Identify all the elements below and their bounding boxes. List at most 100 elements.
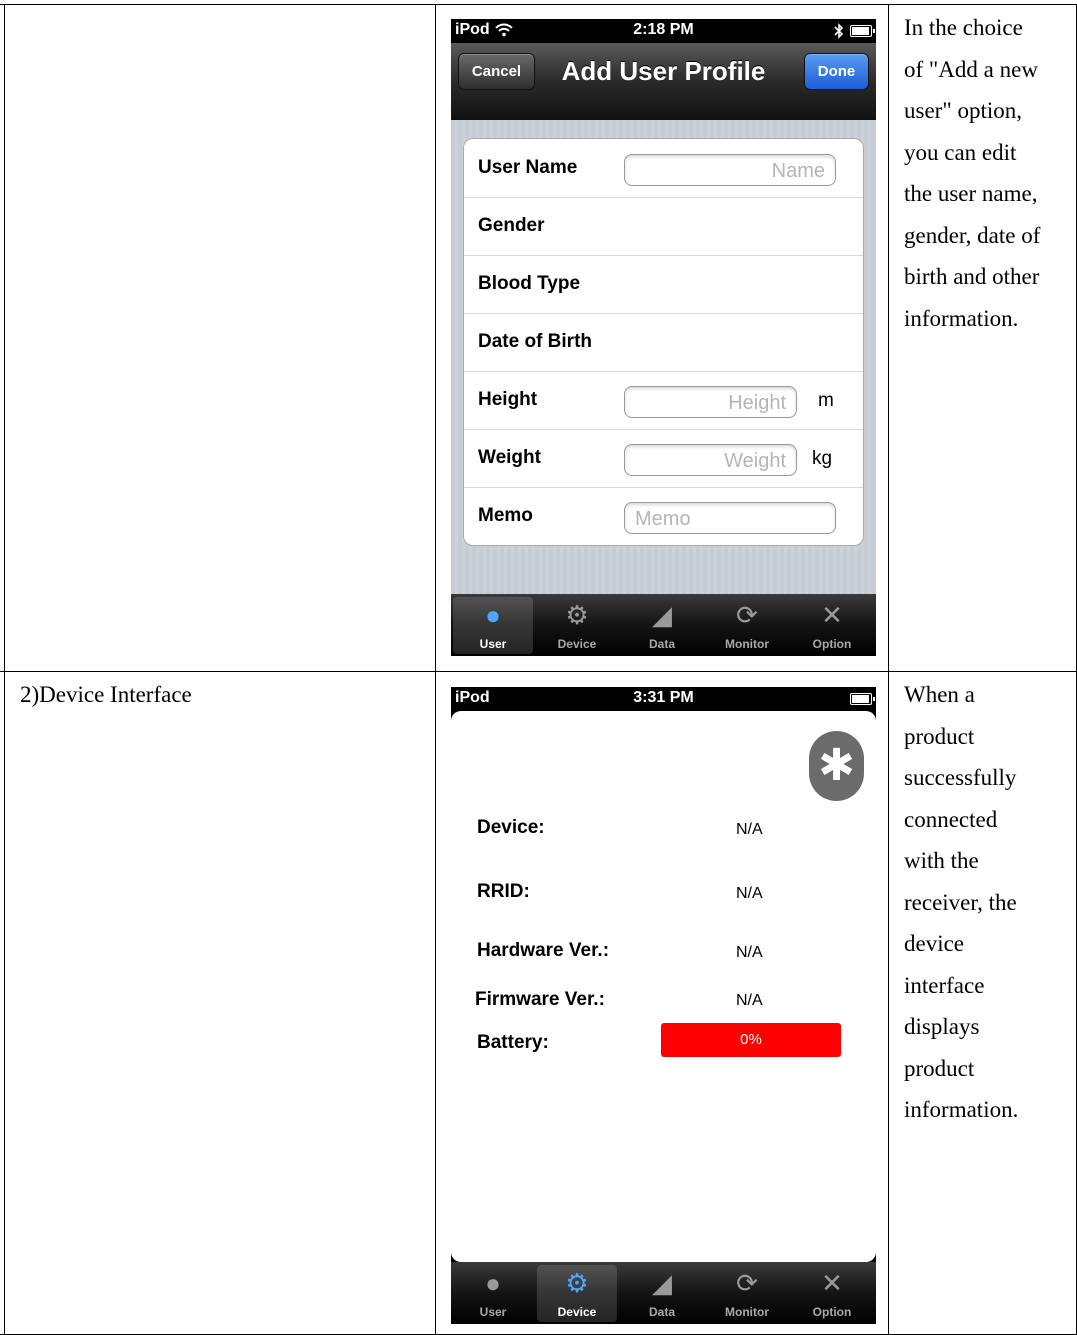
phone-screenshot-add-user: iPod 2:18 PM Cancel Add User Profile Don… <box>451 19 876 656</box>
description-line: user" option, <box>904 98 1022 123</box>
form-row-height[interactable]: Height Height m <box>464 371 863 430</box>
form-row-gender[interactable]: Gender <box>464 197 863 256</box>
table-row-divider <box>0 671 1077 672</box>
tab-label: Monitor <box>725 637 769 651</box>
battery-icon <box>850 25 875 37</box>
row1-description: In the choice of "Add a new user" option… <box>904 7 1076 339</box>
tab-data[interactable]: ◢ Data <box>622 597 702 654</box>
device-info-card: ✱ Device: N/A RRID: N/A Hardware Ver.: N… <box>451 711 876 1262</box>
battery-icon <box>850 693 875 705</box>
hardware-version-value: N/A <box>736 944 763 961</box>
firmware-version-label: Firmware Ver.: <box>475 989 605 1010</box>
table-col-divider <box>435 4 436 1335</box>
description-line: birth and other <box>904 264 1040 289</box>
refresh-icon: ⟳ <box>736 600 758 630</box>
bluetooth-icon <box>834 23 844 39</box>
height-input[interactable]: Height <box>624 386 797 418</box>
row2-description: When a product successfully connected wi… <box>904 674 1076 1131</box>
tab-label: Data <box>648 637 675 651</box>
status-bar: iPod 3:31 PM <box>451 687 876 711</box>
description-line: information. <box>904 305 1019 331</box>
memo-input[interactable]: Memo <box>624 502 836 534</box>
height-unit: m <box>818 390 834 411</box>
table-border-top <box>0 4 1077 5</box>
row-label: Gender <box>478 215 545 236</box>
description-line: you can edit <box>904 139 1017 165</box>
description-line: displays <box>904 1014 980 1039</box>
tab-option[interactable]: ✕ Option <box>792 1265 872 1322</box>
rrid-value: N/A <box>736 885 763 902</box>
description-line: the user name, <box>904 181 1038 206</box>
firmware-version-value: N/A <box>736 992 763 1009</box>
status-bar: iPod 2:18 PM <box>451 19 876 43</box>
weight-unit: kg <box>812 448 833 469</box>
description-line: information. <box>904 1097 1019 1122</box>
form-background: User Name Name Gender Blood Type Date of… <box>451 120 876 594</box>
bluetooth-icon: ✱ <box>809 731 864 801</box>
rrid-label: RRID: <box>477 881 530 902</box>
row-label: Blood Type <box>478 273 581 294</box>
tab-label: Device <box>557 637 597 651</box>
navigation-bar: Cancel Add User Profile Done <box>451 43 876 121</box>
tools-icon: ✕ <box>821 1268 843 1298</box>
tab-label: Option <box>812 637 852 651</box>
description-line: of "Add a new <box>904 56 1038 82</box>
tab-label: User <box>479 1305 507 1319</box>
gear-icon: ⚙ <box>565 1268 589 1298</box>
battery-level-bar: 0% <box>661 1023 841 1057</box>
tab-option[interactable]: ✕ Option <box>792 597 872 654</box>
form-row-blood-type[interactable]: Blood Type <box>464 255 863 314</box>
tab-label: Monitor <box>725 1305 769 1319</box>
form-row-user-name[interactable]: User Name Name <box>464 139 863 198</box>
table-col-divider <box>888 4 889 1335</box>
tab-label: Device <box>557 1305 597 1319</box>
description-line: with the <box>904 848 979 873</box>
done-button[interactable]: Done <box>804 53 869 90</box>
description-line: product <box>904 1055 975 1081</box>
tab-device[interactable]: ⚙ Device <box>537 597 617 654</box>
tab-user[interactable]: ● User <box>453 1265 533 1322</box>
description-line: receiver, the <box>904 889 1017 915</box>
tab-bar: ● User ⚙ Device ◢ Data ⟳ Monitor ✕ Optio… <box>451 594 876 656</box>
description-line: device <box>904 931 965 956</box>
device-value: N/A <box>736 821 763 838</box>
description-line: connected <box>904 806 998 832</box>
users-icon: ● <box>485 1268 501 1298</box>
description-line: successfully <box>904 765 1017 790</box>
tab-user[interactable]: ● User <box>453 597 533 654</box>
row-label: Date of Birth <box>478 331 592 352</box>
users-icon: ● <box>485 600 501 630</box>
tools-icon: ✕ <box>821 600 843 630</box>
hardware-version-label: Hardware Ver.: <box>477 940 610 961</box>
table-border-left <box>4 4 5 1335</box>
description-line: When a <box>904 682 975 707</box>
weight-input[interactable]: Weight <box>624 444 797 476</box>
refresh-icon: ⟳ <box>736 1268 758 1298</box>
battery-percent: 0% <box>740 1031 762 1048</box>
battery-label: Battery: <box>477 1032 549 1053</box>
row-label: Weight <box>478 447 541 468</box>
tab-label: User <box>479 637 507 651</box>
form-row-weight[interactable]: Weight Weight kg <box>464 429 863 488</box>
description-line: gender, date of <box>904 222 1041 248</box>
tab-monitor[interactable]: ⟳ Monitor <box>707 1265 787 1322</box>
row2-left-text: 2)Device Interface <box>20 682 192 707</box>
tab-device[interactable]: ⚙ Device <box>537 1265 617 1322</box>
gear-icon: ⚙ <box>565 600 589 630</box>
device-label: Device: <box>477 817 545 838</box>
chart-icon: ◢ <box>652 1268 672 1298</box>
description-line: interface <box>904 972 985 998</box>
row-label: User Name <box>478 157 578 178</box>
status-time: 3:31 PM <box>633 689 694 706</box>
status-time: 2:18 PM <box>633 21 694 38</box>
form-row-memo[interactable]: Memo Memo <box>464 487 863 545</box>
description-line: In the choice <box>904 15 1023 40</box>
form-row-date-of-birth[interactable]: Date of Birth <box>464 313 863 372</box>
row-label: Memo <box>478 505 533 526</box>
description-line: product <box>904 723 975 749</box>
tab-data[interactable]: ◢ Data <box>622 1265 702 1322</box>
tab-monitor[interactable]: ⟳ Monitor <box>707 597 787 654</box>
user-name-input[interactable]: Name <box>624 154 836 186</box>
row-label: Height <box>478 389 538 410</box>
chart-icon: ◢ <box>652 600 672 630</box>
